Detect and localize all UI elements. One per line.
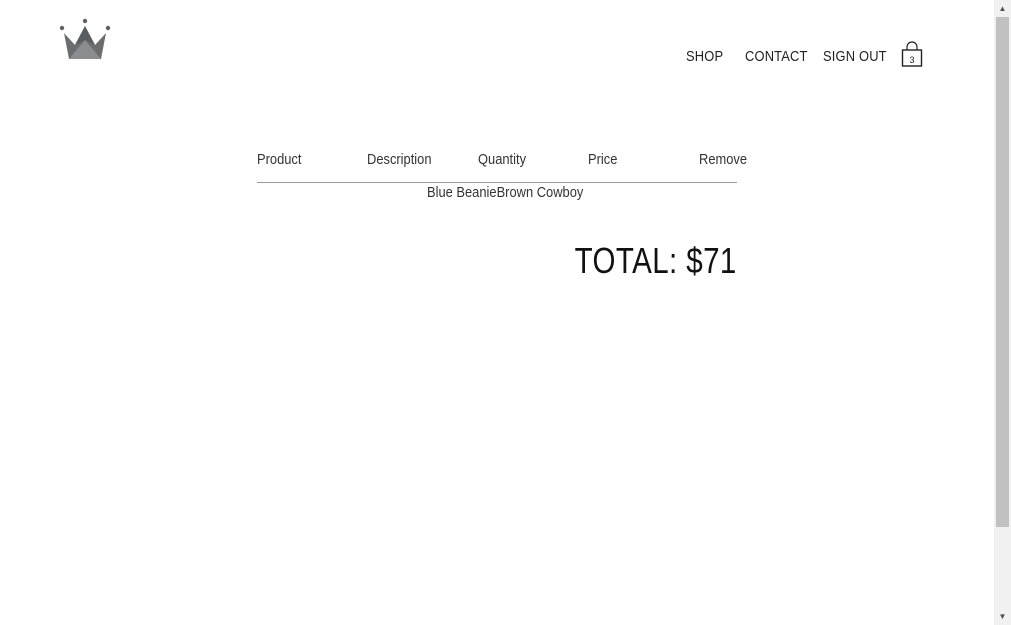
nav-sign-out-link[interactable]: SIGN OUT bbox=[823, 48, 887, 65]
crown-icon[interactable] bbox=[58, 18, 112, 62]
page: SHOP CONTACT SIGN OUT 3 Product Descript… bbox=[0, 0, 1011, 625]
nav-shop-link[interactable]: SHOP bbox=[686, 48, 723, 65]
checkout-header: Product Description Quantity Price Remov… bbox=[257, 151, 747, 173]
column-header-remove: Remove bbox=[699, 151, 748, 168]
column-header-quantity: Quantity bbox=[478, 151, 527, 168]
header-divider bbox=[257, 182, 737, 183]
scrollbar-thumb[interactable] bbox=[996, 17, 1009, 527]
chevron-up-icon[interactable]: ▲ bbox=[994, 0, 1011, 17]
checkout-total: TOTAL: $71 bbox=[574, 240, 737, 281]
checkout-items: Blue BeanieBrown Cowboy bbox=[427, 184, 584, 201]
column-header-description: Description bbox=[367, 151, 432, 168]
nav-contact-link[interactable]: CONTACT bbox=[745, 48, 808, 65]
column-header-product: Product bbox=[257, 151, 302, 168]
cart-button[interactable]: 3 bbox=[900, 41, 924, 69]
chevron-down-icon[interactable]: ▼ bbox=[994, 608, 1011, 625]
vertical-scrollbar[interactable]: ▲ ▼ bbox=[994, 0, 1011, 625]
column-header-price: Price bbox=[588, 151, 618, 168]
cart-count-badge: 3 bbox=[909, 55, 915, 65]
